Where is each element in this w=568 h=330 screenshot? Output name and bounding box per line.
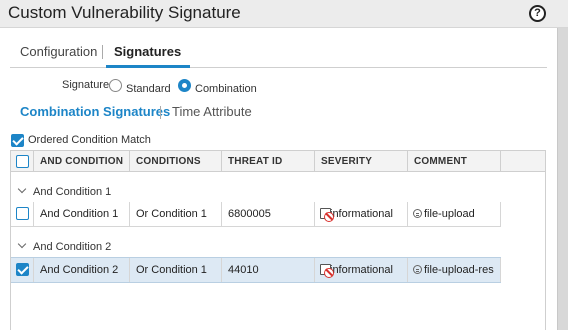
subtab-combination-signatures[interactable]: Combination Signatures [20,104,170,119]
conditions-cell[interactable]: Or Condition 1 [130,258,222,282]
severity-value: informational [330,264,393,276]
and-condition-cell[interactable]: And Condition 1 [34,202,130,226]
tab-divider [102,45,103,59]
table-row[interactable]: And Condition 1 Or Condition 1 6800005 i… [11,202,501,227]
dialog-title-bar: Custom Vulnerability Signature ? [0,0,568,28]
comment-icon [413,265,422,274]
subtab-time-attribute[interactable]: Time Attribute [172,104,252,119]
comment-value: file-upload [424,208,475,220]
column-header-threat-id[interactable]: THREAT ID [222,151,315,172]
informational-severity-icon [320,264,334,278]
conditions-grid: AND CONDITION CONDITIONS THREAT ID SEVER… [10,150,546,330]
conditions-cell[interactable]: Or Condition 1 [130,202,222,226]
main-tabs: Configuration Signatures [10,40,547,68]
group-header[interactable]: And Condition 1 [11,182,545,202]
dialog-title: Custom Vulnerability Signature [8,3,241,22]
active-tab-indicator [106,65,190,68]
subtab-divider [160,106,161,119]
threat-id-cell[interactable]: 6800005 [222,202,315,226]
signature-label: Signature [62,79,110,91]
column-header-conditions[interactable]: CONDITIONS [130,151,222,172]
severity-cell[interactable]: informational [315,258,408,282]
standard-radio[interactable] [109,79,122,92]
chevron-down-icon[interactable] [17,184,27,194]
tab-signatures[interactable]: Signatures [114,44,181,59]
comment-cell[interactable]: file-upload [408,202,501,226]
group-label: And Condition 1 [33,186,112,198]
select-all-checkbox[interactable] [16,155,29,168]
group-header[interactable]: And Condition 2 [11,237,545,257]
row-select-cell [11,258,34,282]
threat-id-cell[interactable]: 44010 [222,258,315,282]
row-checkbox[interactable] [16,207,29,220]
column-header-comment[interactable]: COMMENT [408,151,501,172]
informational-severity-icon [320,208,334,222]
grid-header: AND CONDITION CONDITIONS THREAT ID SEVER… [11,151,545,172]
combination-radio[interactable] [178,79,191,92]
chevron-down-icon[interactable] [17,239,27,249]
severity-cell[interactable]: informational [315,202,408,226]
row-checkbox[interactable] [16,263,29,276]
standard-radio-label[interactable]: Standard [126,83,171,95]
ordered-condition-match-label[interactable]: Ordered Condition Match [28,134,151,146]
and-condition-cell[interactable]: And Condition 2 [34,258,130,282]
comment-cell[interactable]: file-upload-res [408,258,501,282]
comment-value: file-upload-res [424,264,494,276]
header-select-all [11,151,34,172]
group-label: And Condition 2 [33,241,112,253]
column-header-severity[interactable]: SEVERITY [315,151,408,172]
comment-icon [413,209,422,218]
table-row[interactable]: And Condition 2 Or Condition 1 44010 inf… [11,257,501,283]
severity-value: informational [330,208,393,220]
tab-configuration[interactable]: Configuration [20,44,97,59]
dialog-edge [557,28,568,330]
ordered-condition-match-checkbox[interactable] [11,134,24,147]
row-select-cell [11,202,34,226]
help-icon[interactable]: ? [529,5,546,22]
column-header-and-condition[interactable]: AND CONDITION [34,151,130,172]
combination-radio-label[interactable]: Combination [195,83,257,95]
